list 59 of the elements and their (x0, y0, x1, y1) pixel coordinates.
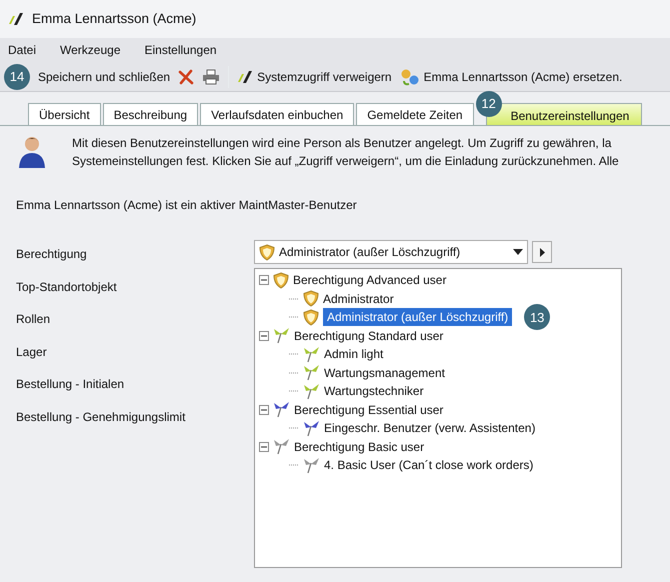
permission-dropdown[interactable]: Administrator (außer Löschzugriff) (254, 240, 528, 264)
menu-item[interactable]: Einstellungen (144, 41, 217, 59)
tree-item[interactable]: Wartungsmanagement (324, 364, 445, 382)
field-label: Lager (16, 344, 48, 360)
tree-item[interactable]: Berechtigung Essential user (294, 400, 444, 419)
flag-icon (303, 382, 320, 400)
info-text: Mit diesen Benutzereinstellungen wird eine Person als Benutzer angelegt. Um Zugriff zu gewähren, la (72, 135, 612, 152)
field-label: Bestellung - Genehmigungslimit (16, 408, 186, 426)
flag-icon (273, 327, 290, 344)
tree-item[interactable]: Administrator (außer Löschzugriff) (323, 308, 512, 326)
tree-item[interactable]: Berechtigung Basic user (294, 438, 424, 456)
menu-item[interactable]: Datei (8, 41, 36, 59)
tree-item[interactable]: Admin light (324, 345, 384, 364)
tree-item[interactable]: Wartungstechniker (324, 382, 424, 400)
flag-icon (303, 456, 320, 474)
status-text: Emma Lennartsson (Acme) ist ein aktiver MaintMaster-Benutzer (15, 197, 358, 214)
shield-icon (303, 308, 319, 326)
collapse-icon[interactable] (259, 404, 269, 415)
printer-icon (202, 68, 220, 84)
tab[interactable]: Gemeldete Zeiten (356, 103, 474, 125)
field-label: Top-Standortobjekt (16, 278, 118, 296)
flag-icon (303, 346, 320, 363)
field-label: Bestellung - Initialen (16, 376, 126, 393)
field-label: Berechtigung (16, 246, 88, 263)
tree-item[interactable]: Administrator (323, 290, 394, 308)
collapse-icon[interactable] (259, 275, 269, 286)
tab[interactable]: Beschreibung (102, 103, 198, 125)
flag-icon (273, 401, 290, 418)
window-title: Emma Lennartsson (Acme) (32, 10, 196, 28)
tab[interactable]: Verlaufsdaten einbuchen (200, 103, 354, 125)
flag-icon (303, 364, 320, 382)
callout-badge: 12 (476, 91, 502, 117)
menu-item[interactable]: Werkzeuge (60, 41, 120, 59)
tree-item[interactable]: Berechtigung Standard user (294, 326, 444, 345)
deny-access-button[interactable]: Systemzugriff verweigern (237, 68, 392, 86)
save-close-button[interactable]: Speichern und schließen (38, 68, 170, 86)
tab[interactable]: Übersicht (28, 103, 101, 125)
tree-item[interactable]: Eingeschr. Benutzer (verw. Assistenten) (324, 419, 536, 438)
flag-icon (303, 420, 320, 437)
callout-badge: 13 (524, 304, 550, 330)
field-label: Rollen (16, 311, 52, 328)
collapse-icon[interactable] (259, 442, 269, 452)
flag-icon (273, 438, 290, 456)
tree-item[interactable]: Berechtigung Advanced user (293, 271, 446, 290)
shield-icon (259, 244, 275, 260)
app-logo-icon (8, 11, 24, 27)
collapse-icon[interactable] (259, 330, 269, 341)
user-avatar-icon (16, 134, 48, 168)
app-logo-icon (237, 68, 254, 84)
replace-user-button[interactable]: Emma Lennartsson (Acme) ersetzen. (400, 68, 622, 86)
expand-button[interactable] (532, 241, 552, 263)
arrow-right-icon (540, 248, 544, 256)
shield-icon (273, 272, 289, 289)
info-text: Systemeinstellungen fest. Klicken Sie auf „Zugriff verweigern“, um die Einladung zurückzunehmen. Alle (72, 153, 619, 170)
tree-item[interactable]: 4. Basic User (Can´t close work orders) (324, 456, 534, 474)
callout-badge: 14 (4, 64, 30, 90)
delete-icon (178, 68, 194, 84)
dropdown-caret-icon (513, 249, 523, 255)
shield-icon (303, 290, 319, 308)
